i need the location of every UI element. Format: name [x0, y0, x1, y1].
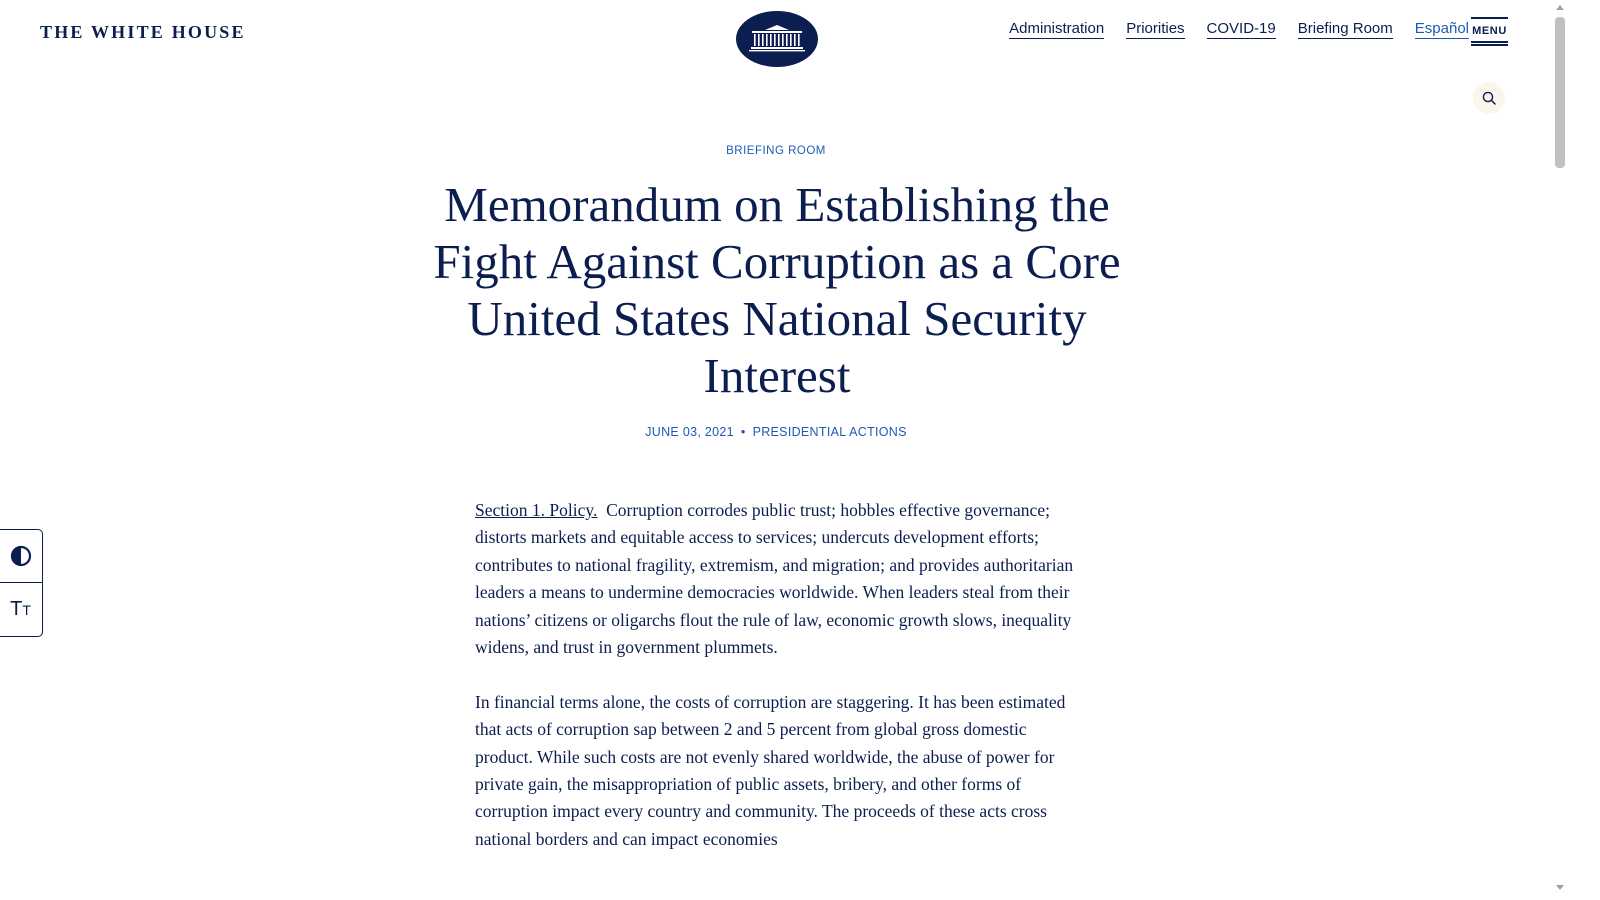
scroll-up-arrow-icon[interactable]	[1556, 5, 1564, 10]
nav-link-espanol[interactable]: Español	[1414, 20, 1469, 39]
text-size-toggle-button[interactable]: TT	[0, 583, 42, 635]
meta-separator: •	[740, 425, 746, 439]
menu-button[interactable]: MENU	[1471, 17, 1508, 46]
accessibility-panel: TT	[0, 529, 43, 637]
nav-link-covid-19[interactable]: COVID-19	[1206, 20, 1276, 39]
text-size-icon: TT	[10, 598, 31, 620]
menu-bar-bottom	[1471, 41, 1508, 43]
paragraph: Section 1. Policy. Corruption corrodes p…	[475, 497, 1079, 661]
menu-label: MENU	[1472, 25, 1507, 37]
article-title: Memorandum on Establishing the Fight Aga…	[433, 177, 1121, 403]
paragraph: In financial terms alone, the costs of c…	[475, 689, 1079, 853]
search-button[interactable]	[1473, 82, 1505, 114]
primary-nav: Administration Priorities COVID-19 Brief…	[1009, 20, 1469, 39]
white-house-seal-icon[interactable]	[736, 11, 818, 67]
paragraph-text: In financial terms alone, the costs of c…	[475, 691, 1066, 849]
contrast-icon	[10, 545, 31, 567]
menu-bar-bottom-second	[1471, 44, 1508, 46]
section-heading: Section 1. Policy.	[475, 500, 598, 520]
nav-link-briefing-room[interactable]: Briefing Room	[1297, 20, 1393, 39]
article-body: Section 1. Policy. Corruption corrodes p…	[475, 497, 1079, 881]
search-icon	[1482, 91, 1496, 105]
article-meta: JUNE 03, 2021 • PRESIDENTIAL ACTIONS	[0, 425, 1552, 439]
nav-link-priorities[interactable]: Priorities	[1126, 20, 1185, 39]
site-title[interactable]: THE WHITE HOUSE	[40, 22, 246, 43]
article-type-link[interactable]: PRESIDENTIAL ACTIONS	[753, 425, 907, 439]
page-scrollbar[interactable]	[1552, 0, 1568, 900]
contrast-toggle-button[interactable]	[0, 530, 42, 582]
menu-bar-top	[1471, 17, 1508, 19]
scroll-down-arrow-icon[interactable]	[1556, 885, 1564, 890]
scrollbar-thumb[interactable]	[1555, 17, 1565, 168]
article-date: JUNE 03, 2021	[645, 425, 734, 439]
article-category[interactable]: BRIEFING ROOM	[0, 145, 1552, 157]
paragraph-text: Corruption corrodes public trust; hobble…	[475, 500, 1074, 658]
nav-link-administration[interactable]: Administration	[1009, 20, 1105, 39]
